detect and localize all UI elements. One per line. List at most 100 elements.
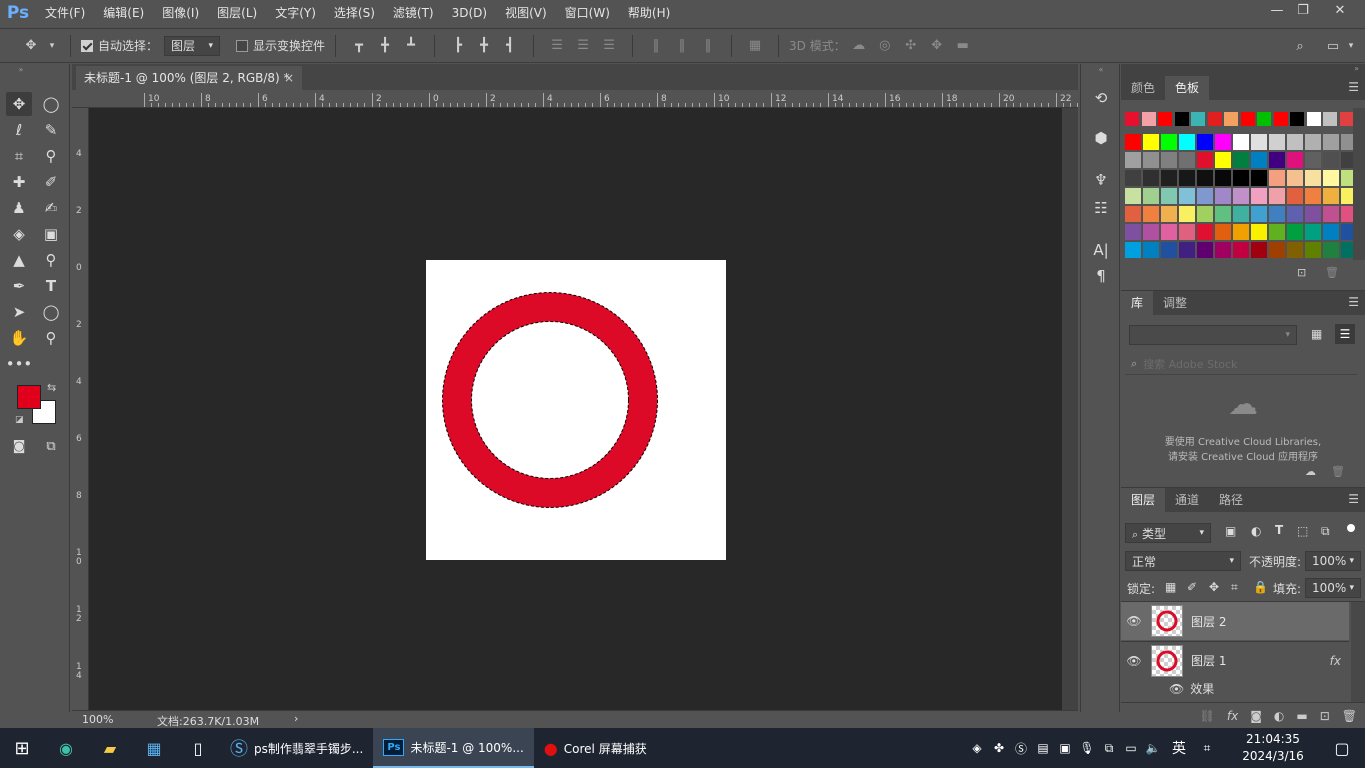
document-canvas[interactable] bbox=[426, 260, 726, 560]
stock-search-field[interactable]: ⌕ 搜索 Adobe Stock bbox=[1125, 353, 1357, 375]
tray-app-icon[interactable]: ◈ bbox=[966, 728, 988, 768]
brush-tool-icon[interactable]: ✐ bbox=[38, 170, 64, 194]
color-swatch[interactable] bbox=[1305, 188, 1321, 204]
scale-3d-icon[interactable]: ▬ bbox=[952, 35, 974, 57]
color-swatch[interactable] bbox=[1339, 112, 1354, 126]
color-swatch[interactable] bbox=[1287, 224, 1303, 240]
color-swatch[interactable] bbox=[1197, 152, 1213, 168]
color-swatch[interactable] bbox=[1215, 170, 1231, 186]
panel-tab-0[interactable]: 库 bbox=[1121, 291, 1154, 315]
panel-collapse-icon[interactable]: » bbox=[1121, 64, 1365, 76]
document-tab[interactable]: 未标题-1 @ 100% (图层 2, RGB/8) * × bbox=[76, 66, 302, 90]
auto-select-dropdown[interactable]: 图层 ▾ bbox=[164, 35, 221, 56]
color-swatch[interactable] bbox=[1251, 152, 1267, 168]
color-swatch[interactable] bbox=[1215, 134, 1231, 150]
menu-item-4[interactable]: 文字(Y) bbox=[266, 0, 325, 26]
filter-shape-icon[interactable]: ⬚ bbox=[1297, 524, 1308, 538]
color-swatch[interactable] bbox=[1269, 224, 1285, 240]
color-swatch[interactable] bbox=[1287, 134, 1303, 150]
ellipse-tool-icon[interactable]: ◯ bbox=[38, 300, 64, 324]
color-swatch[interactable] bbox=[1197, 188, 1213, 204]
move-tool-icon[interactable]: ✥ bbox=[20, 35, 42, 57]
color-swatch[interactable] bbox=[1269, 206, 1285, 222]
tray-box-icon[interactable]: ▣ bbox=[1054, 728, 1076, 768]
color-swatch[interactable] bbox=[1251, 242, 1267, 258]
color-swatch[interactable] bbox=[1290, 112, 1304, 126]
layers-scrollbar[interactable] bbox=[1351, 602, 1365, 702]
history-panel-icon[interactable]: ⟲ bbox=[1089, 86, 1113, 110]
taskbar-app-photoshop[interactable]: Ps 未标题-1 @ 100%... bbox=[373, 728, 534, 768]
status-menu-arrow[interactable]: › bbox=[294, 712, 298, 725]
color-swatch[interactable] bbox=[1233, 170, 1249, 186]
character-panel-icon[interactable]: A| bbox=[1089, 238, 1113, 262]
edge-icon[interactable]: ◉ bbox=[44, 728, 88, 768]
color-swatch[interactable] bbox=[1161, 224, 1177, 240]
panel-tab-1[interactable]: 色板 bbox=[1165, 76, 1210, 100]
color-swatch[interactable] bbox=[1305, 152, 1321, 168]
color-swatch[interactable] bbox=[1197, 134, 1213, 150]
color-swatch[interactable] bbox=[1125, 170, 1141, 186]
eraser-tool-icon[interactable]: ◈ bbox=[6, 222, 32, 246]
panel-tab-0[interactable]: 图层 bbox=[1121, 488, 1166, 512]
color-swatch[interactable] bbox=[1174, 112, 1189, 126]
zoom-level[interactable]: 100% bbox=[82, 713, 113, 726]
marquee-tool-icon[interactable]: ◯ bbox=[38, 92, 64, 116]
move-tool-icon[interactable]: ✥ bbox=[6, 92, 32, 116]
library-dropdown[interactable]: ▾ bbox=[1129, 325, 1297, 345]
default-colors-icon[interactable]: ◪ bbox=[15, 415, 24, 425]
panel-menu-icon[interactable]: ☰ bbox=[1348, 492, 1359, 506]
menu-item-8[interactable]: 视图(V) bbox=[496, 0, 556, 26]
color-swatch[interactable] bbox=[1224, 112, 1238, 126]
color-swatch[interactable] bbox=[1197, 224, 1213, 240]
new-swatch-icon[interactable]: ⊡ bbox=[1297, 266, 1306, 279]
slide-3d-icon[interactable]: ✥ bbox=[926, 35, 948, 57]
menu-item-5[interactable]: 选择(S) bbox=[325, 0, 384, 26]
tray-keyboard-icon[interactable]: ▤ bbox=[1032, 728, 1054, 768]
distribute-right-icon[interactable]: ‖ bbox=[697, 35, 719, 57]
crop-tool-icon[interactable]: ⌗ bbox=[6, 144, 32, 168]
fx-icon[interactable]: fx bbox=[1227, 709, 1238, 723]
eye-icon[interactable]: 👁 bbox=[1121, 614, 1147, 628]
properties-panel-icon[interactable]: ☷ bbox=[1089, 196, 1113, 220]
chevron-down-icon[interactable]: ▾ bbox=[1340, 35, 1362, 57]
menu-item-7[interactable]: 3D(D) bbox=[443, 0, 496, 26]
close-window-button[interactable]: ✕ bbox=[1325, 0, 1355, 22]
list-view-icon[interactable]: ☰ bbox=[1335, 324, 1355, 344]
clock[interactable]: 21:04:35 2024/3/16 bbox=[1236, 731, 1310, 765]
lock-transparent-icon[interactable]: ▦ bbox=[1165, 580, 1176, 594]
pen-tool-icon[interactable]: ✒ bbox=[6, 274, 32, 298]
color-swatch[interactable] bbox=[1179, 170, 1195, 186]
color-swatch[interactable] bbox=[1143, 242, 1159, 258]
menu-item-3[interactable]: 图层(L) bbox=[208, 0, 266, 26]
auto-align-icon[interactable]: ▦ bbox=[744, 35, 766, 57]
color-swatch[interactable] bbox=[1161, 134, 1177, 150]
delete-icon[interactable]: 🗑 bbox=[1331, 465, 1345, 478]
color-swatch[interactable] bbox=[1179, 224, 1195, 240]
color-swatch[interactable] bbox=[1197, 242, 1213, 258]
color-swatch[interactable] bbox=[1143, 224, 1159, 240]
blend-mode-dropdown[interactable]: 正常 ▾ bbox=[1125, 551, 1241, 571]
color-swatch[interactable] bbox=[1287, 170, 1303, 186]
color-swatch[interactable] bbox=[1269, 242, 1285, 258]
stamp-tool-icon[interactable]: ♟ bbox=[6, 196, 32, 220]
color-swatch[interactable] bbox=[1305, 242, 1321, 258]
color-swatch[interactable] bbox=[1161, 188, 1177, 204]
lock-artboard-icon[interactable]: ⌗ bbox=[1231, 580, 1238, 595]
color-swatch[interactable] bbox=[1287, 242, 1303, 258]
show-transform-checkbox[interactable] bbox=[236, 39, 249, 52]
eye-icon[interactable]: 👁 bbox=[1169, 682, 1184, 696]
color-swatch[interactable] bbox=[1323, 112, 1337, 126]
panel-menu-icon[interactable]: ☰ bbox=[1348, 80, 1359, 94]
color-swatch[interactable] bbox=[1233, 134, 1249, 150]
color-swatch[interactable] bbox=[1323, 170, 1339, 186]
quick-select-tool-icon[interactable]: ✎ bbox=[38, 118, 64, 142]
brush-panel-icon[interactable]: ♆ bbox=[1089, 168, 1113, 192]
color-swatch[interactable] bbox=[1323, 152, 1339, 168]
color-swatch[interactable] bbox=[1306, 112, 1321, 126]
color-swatch[interactable] bbox=[1251, 224, 1267, 240]
distribute-left-icon[interactable]: ‖ bbox=[645, 35, 667, 57]
layer-row-1[interactable]: 👁 图层 1 fx bbox=[1121, 641, 1349, 679]
color-swatch[interactable] bbox=[1143, 206, 1159, 222]
windows-start-icon[interactable]: ⊞ bbox=[0, 728, 44, 768]
color-swatch[interactable] bbox=[1215, 224, 1231, 240]
